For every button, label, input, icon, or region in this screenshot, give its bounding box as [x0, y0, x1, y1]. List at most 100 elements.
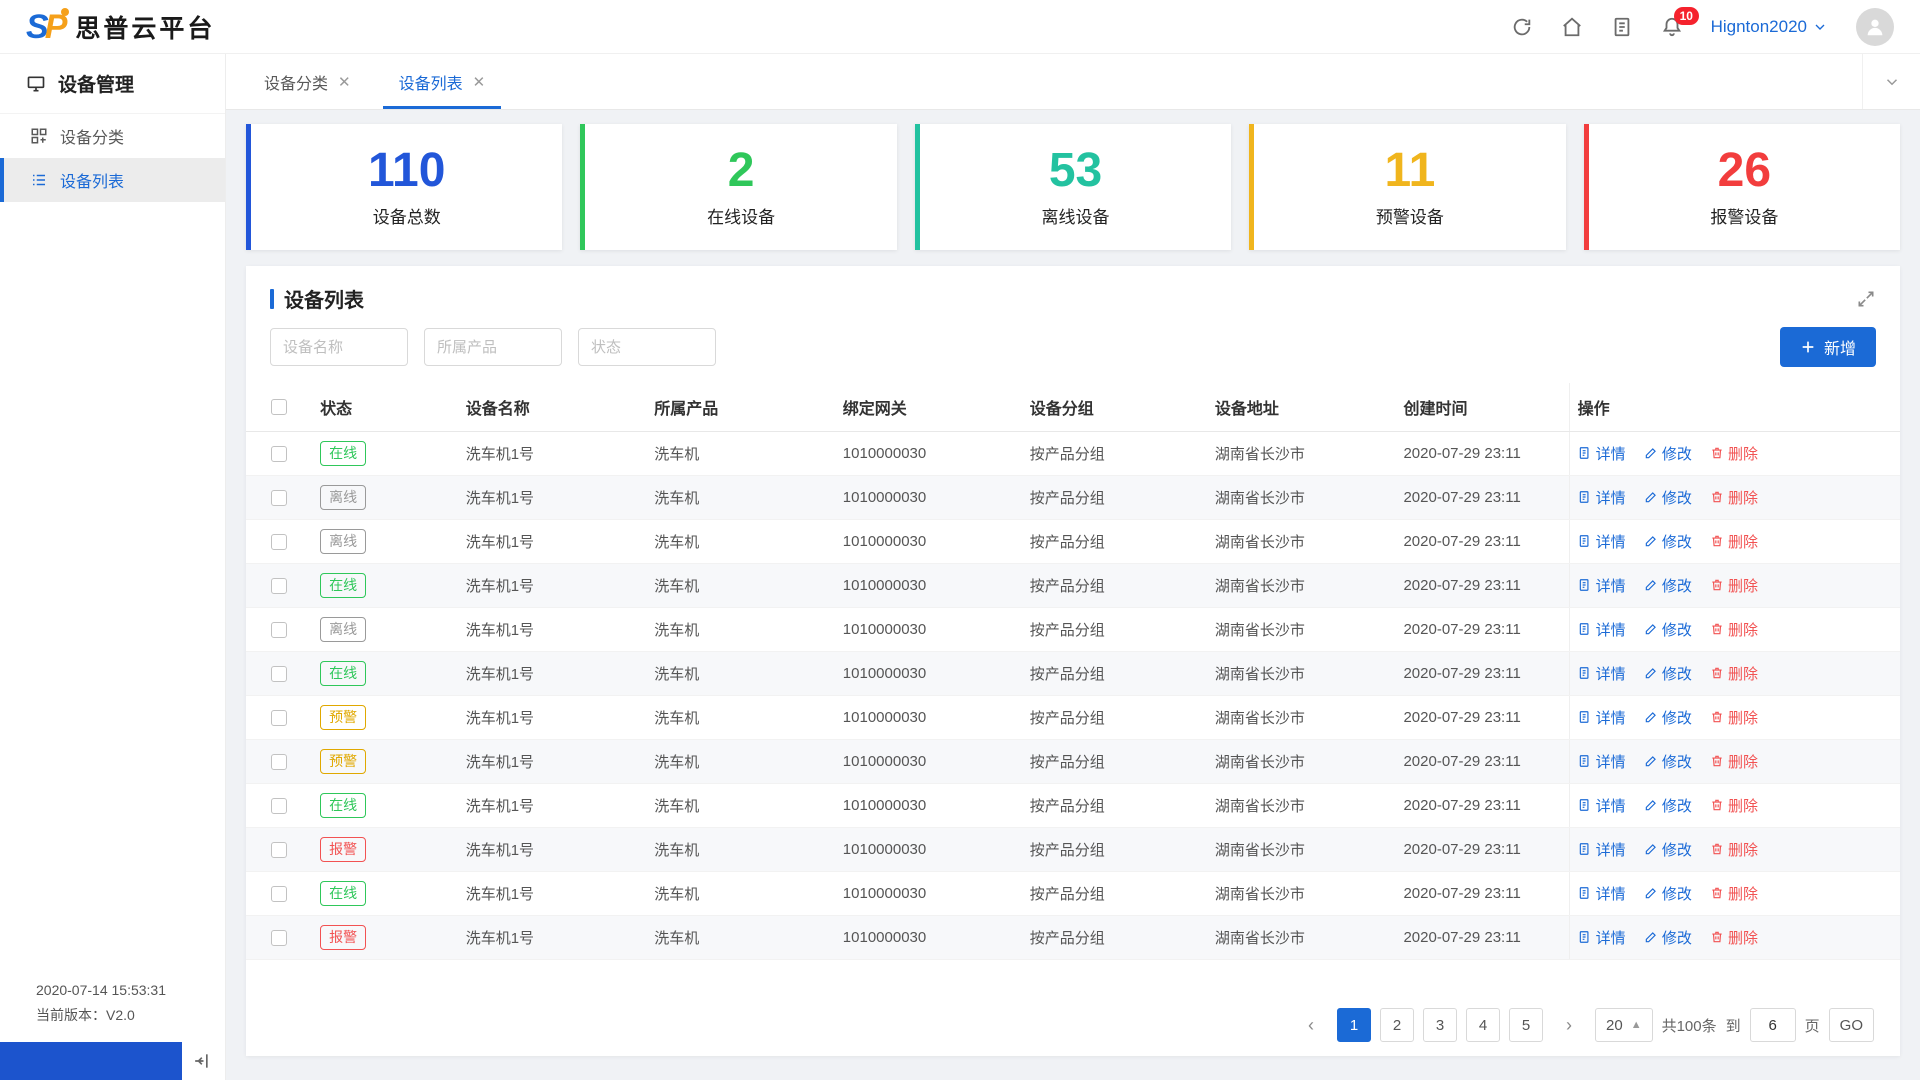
- delete-link[interactable]: 删除: [1710, 795, 1758, 816]
- column-header-device-name: 设备名称: [457, 383, 647, 432]
- tab-menu-button[interactable]: [1862, 54, 1920, 109]
- select-all-checkbox[interactable]: [271, 398, 288, 415]
- delete-link[interactable]: 删除: [1710, 707, 1758, 728]
- address-cell: 湖南省长沙市: [1206, 783, 1396, 828]
- edit-label: 修改: [1661, 885, 1692, 903]
- detail-link[interactable]: 详情: [1578, 531, 1626, 552]
- product-cell: 洗车机: [646, 827, 835, 872]
- page-button-1[interactable]: 1: [1337, 1008, 1372, 1042]
- sidebar-bottom-bar[interactable]: [0, 1042, 182, 1080]
- row-checkbox[interactable]: [271, 534, 288, 551]
- row-checkbox[interactable]: [271, 798, 288, 815]
- delete-link[interactable]: 删除: [1710, 839, 1758, 860]
- home-icon[interactable]: [1561, 16, 1583, 38]
- edit-link[interactable]: 修改: [1644, 487, 1692, 508]
- trash-icon: [1712, 756, 1722, 767]
- edit-link[interactable]: 修改: [1644, 707, 1692, 728]
- row-checkbox[interactable]: [271, 710, 288, 727]
- jump-page-input[interactable]: [1749, 1008, 1796, 1042]
- detail-link[interactable]: 详情: [1578, 443, 1626, 464]
- page-size-select[interactable]: 20 ▲: [1595, 1008, 1653, 1042]
- detail-link[interactable]: 详情: [1578, 575, 1626, 596]
- avatar[interactable]: [1856, 7, 1894, 46]
- close-icon[interactable]: ✕: [473, 73, 486, 91]
- delete-link[interactable]: 删除: [1710, 531, 1758, 552]
- detail-link[interactable]: 详情: [1578, 619, 1626, 640]
- add-device-button[interactable]: 新增: [1779, 327, 1876, 367]
- detail-link[interactable]: 详情: [1578, 927, 1626, 948]
- delete-link[interactable]: 删除: [1710, 487, 1758, 508]
- detail-icon: [1579, 799, 1589, 812]
- detail-link[interactable]: 详情: [1578, 795, 1626, 816]
- edit-link[interactable]: 修改: [1644, 839, 1692, 860]
- row-checkbox[interactable]: [271, 490, 288, 507]
- detail-link[interactable]: 详情: [1578, 707, 1626, 728]
- notifications-button[interactable]: 10: [1661, 6, 1699, 38]
- row-checkbox[interactable]: [271, 886, 288, 903]
- created-cell: 2020-07-29 23:11: [1395, 563, 1570, 608]
- device-table: 状态 设备名称 所属产品 绑定网关 设备分组 设备地址 创建时间 操作 在线 洗…: [246, 383, 1900, 960]
- edit-link[interactable]: 修改: [1644, 575, 1692, 596]
- edit-link[interactable]: 修改: [1644, 531, 1692, 552]
- user-menu[interactable]: Hignton2020: [1711, 17, 1828, 37]
- tab-device-list[interactable]: 设备列表 ✕: [375, 54, 510, 109]
- edit-link[interactable]: 修改: [1644, 927, 1692, 948]
- page-button-3[interactable]: 3: [1423, 1008, 1458, 1042]
- fullscreen-icon[interactable]: [1856, 289, 1876, 309]
- document-icon[interactable]: [1611, 16, 1633, 38]
- device-name-filter-input[interactable]: [270, 328, 408, 366]
- device-list-panel: 设备列表 新增 状态 设备名称: [246, 266, 1900, 1056]
- sidebar-item-device-list[interactable]: 设备列表: [0, 158, 225, 202]
- add-button-label: 新增: [1823, 341, 1856, 358]
- page-button-2[interactable]: 2: [1380, 1008, 1415, 1042]
- row-checkbox[interactable]: [271, 930, 288, 947]
- row-checkbox[interactable]: [271, 754, 288, 771]
- detail-link[interactable]: 详情: [1578, 487, 1626, 508]
- device-name-cell: 洗车机1号: [457, 915, 647, 960]
- row-checkbox[interactable]: [271, 666, 288, 683]
- row-checkbox[interactable]: [271, 622, 288, 639]
- status-badge: 离线: [320, 529, 367, 554]
- page-button-4[interactable]: 4: [1466, 1008, 1501, 1042]
- go-button[interactable]: GO: [1828, 1008, 1874, 1042]
- product-filter-input[interactable]: [424, 328, 562, 366]
- delete-label: 删除: [1728, 665, 1759, 683]
- delete-link[interactable]: 删除: [1710, 883, 1758, 904]
- tab-device-category[interactable]: 设备分类 ✕: [240, 54, 375, 109]
- delete-link[interactable]: 删除: [1710, 751, 1758, 772]
- chevron-up-icon: ▲: [1630, 1019, 1642, 1031]
- detail-link[interactable]: 详情: [1578, 883, 1626, 904]
- footer-time: 2020-07-14 15:53:31: [36, 981, 166, 998]
- sidebar-item-device-category[interactable]: 设备分类: [0, 114, 225, 158]
- detail-link[interactable]: 详情: [1578, 663, 1626, 684]
- row-checkbox[interactable]: [271, 578, 288, 595]
- row-checkbox[interactable]: [271, 842, 288, 859]
- collapse-sidebar-icon[interactable]: [191, 1051, 211, 1071]
- delete-link[interactable]: 删除: [1710, 927, 1758, 948]
- edit-link[interactable]: 修改: [1644, 663, 1692, 684]
- edit-link[interactable]: 修改: [1644, 795, 1692, 816]
- column-header-address: 设备地址: [1206, 383, 1396, 432]
- close-icon[interactable]: ✕: [338, 73, 351, 91]
- delete-link[interactable]: 删除: [1710, 663, 1758, 684]
- stat-value: 2: [727, 143, 755, 197]
- edit-link[interactable]: 修改: [1644, 619, 1692, 640]
- prev-page-button[interactable]: ‹: [1294, 1008, 1329, 1042]
- edit-link[interactable]: 修改: [1644, 751, 1692, 772]
- stat-label: 离线设备: [1041, 207, 1110, 227]
- edit-link[interactable]: 修改: [1644, 443, 1692, 464]
- next-page-button[interactable]: ›: [1552, 1008, 1587, 1042]
- detail-link[interactable]: 详情: [1578, 751, 1626, 772]
- sidebar-item-label: 设备列表: [60, 174, 125, 191]
- row-checkbox[interactable]: [271, 446, 288, 463]
- edit-link[interactable]: 修改: [1644, 883, 1692, 904]
- status-filter-input[interactable]: [578, 328, 716, 366]
- delete-link[interactable]: 删除: [1710, 575, 1758, 596]
- stat-value: 53: [1048, 143, 1103, 197]
- delete-link[interactable]: 删除: [1710, 443, 1758, 464]
- refresh-icon[interactable]: [1511, 16, 1533, 38]
- page-button-5[interactable]: 5: [1509, 1008, 1544, 1042]
- delete-link[interactable]: 删除: [1710, 619, 1758, 640]
- detail-icon: [1579, 579, 1589, 592]
- detail-link[interactable]: 详情: [1578, 839, 1626, 860]
